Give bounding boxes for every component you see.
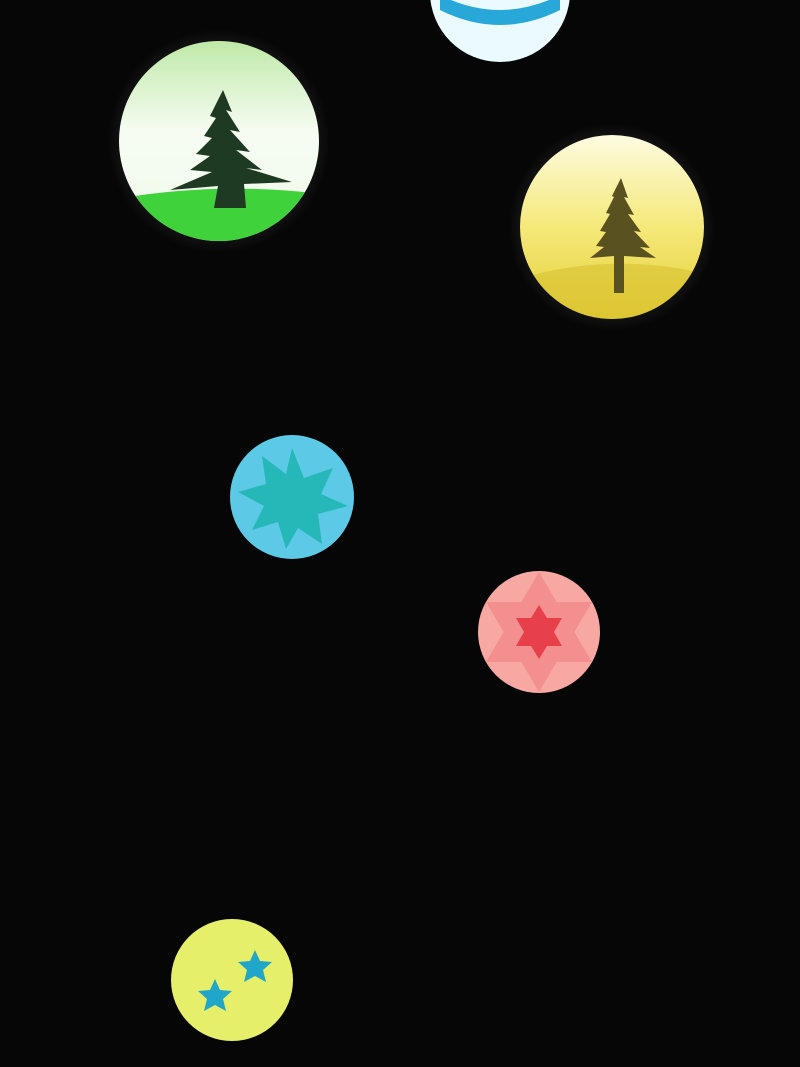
pink-hexagram-disc [478, 571, 600, 693]
blue-star-disc [230, 435, 354, 559]
top-partial-disc [430, 0, 570, 62]
photo-scene [0, 0, 800, 1067]
lime-stars-disc [171, 919, 293, 1041]
green-tree-disc [107, 29, 331, 253]
yellow-tree-disc [508, 123, 716, 331]
